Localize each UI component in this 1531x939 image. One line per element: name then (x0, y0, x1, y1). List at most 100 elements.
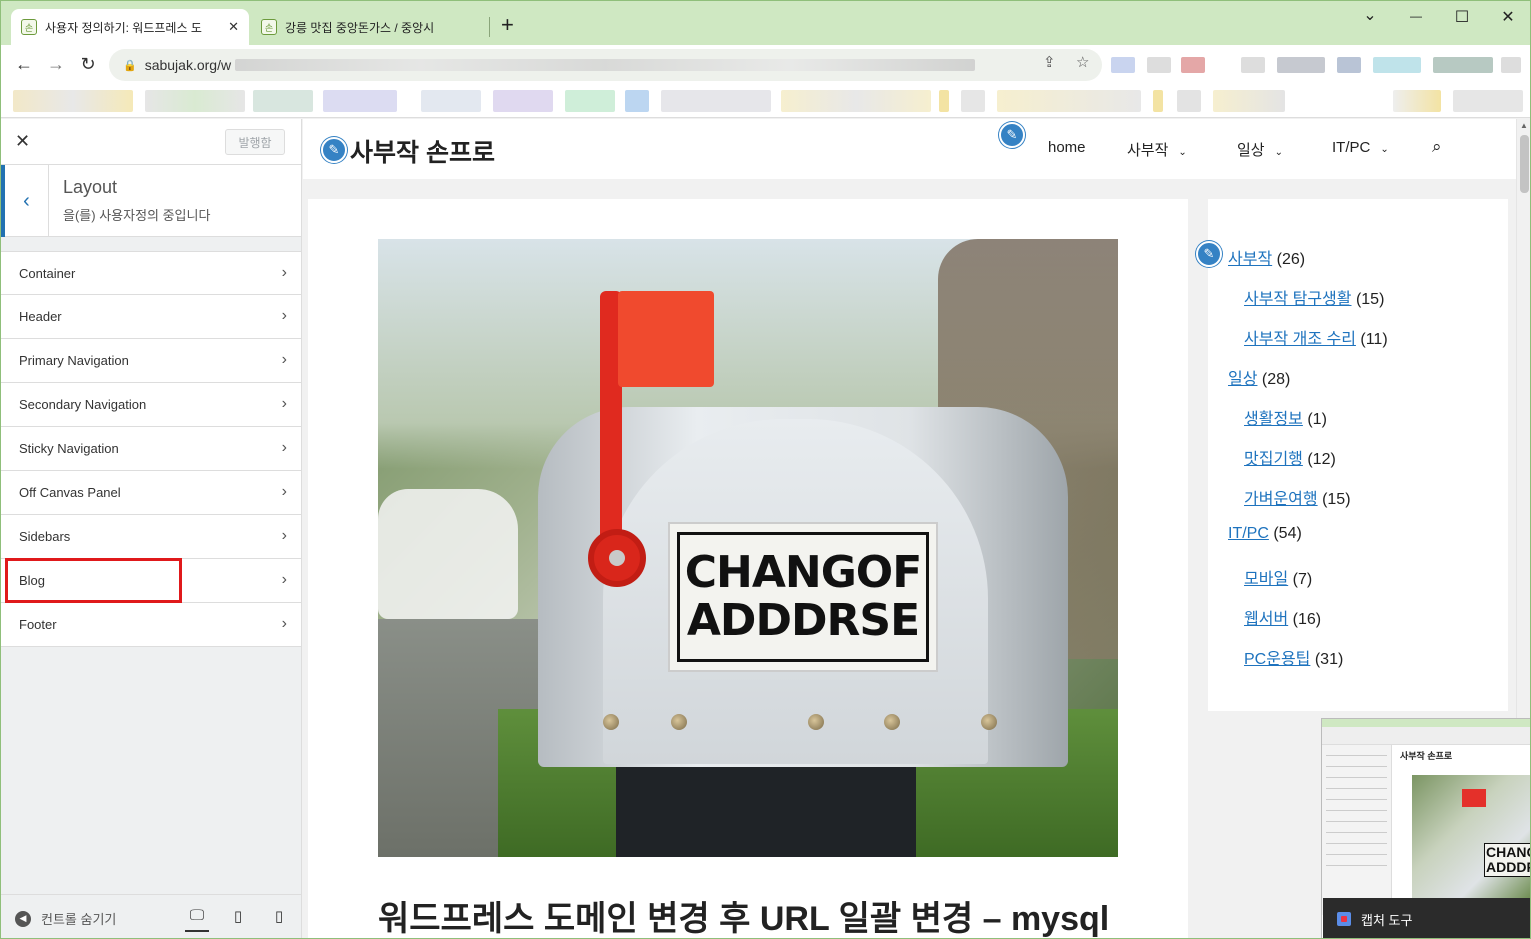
bookmark-item[interactable] (421, 90, 481, 112)
bookmark-item[interactable] (1393, 90, 1441, 112)
back-arrow-icon[interactable]: ← (12, 54, 36, 75)
image-rivet (981, 714, 997, 730)
bookmark-star-icon[interactable]: ☆ (1076, 53, 1089, 71)
chevron-down-icon: ⌄ (1380, 144, 1389, 155)
bookmark-item[interactable] (1153, 90, 1163, 112)
scroll-thumb[interactable] (1520, 135, 1529, 193)
bookmark-item[interactable] (661, 90, 771, 112)
extension-icon[interactable] (1373, 57, 1421, 73)
option-sticky-navigation[interactable]: Sticky Navigation › (1, 427, 301, 471)
menu-icon[interactable] (1501, 57, 1521, 73)
nav-item-sabujak[interactable]: 사부작 ⌄ (1127, 139, 1187, 160)
bookmark-item[interactable] (1213, 90, 1285, 112)
bookmark-item[interactable] (13, 90, 133, 112)
close-window-button[interactable]: ✕ (1485, 7, 1530, 27)
tab-close-icon[interactable]: ✕ (228, 19, 239, 35)
bookmark-item[interactable] (565, 90, 615, 112)
option-secondary-navigation[interactable]: Secondary Navigation › (1, 383, 301, 427)
category-link[interactable]: PC운용팁 (1244, 651, 1310, 668)
edit-pencil-icon[interactable]: ✎ (321, 137, 347, 163)
desktop-preview-icon[interactable]: 🖵 (185, 907, 209, 932)
category-item: 사부작 탐구생활 (15) (1244, 285, 1384, 309)
tablet-preview-icon[interactable]: ▯ (226, 907, 250, 925)
nav-item-itpc[interactable]: IT/PC ⌄ (1332, 139, 1389, 156)
profile-avatar[interactable] (1433, 57, 1493, 73)
category-sidebar: ✎ 사부작 (26) 사부작 탐구생활 (15) 사부작 개조 수리 (11) … (1196, 199, 1508, 711)
bookmark-item[interactable] (253, 90, 313, 112)
mobile-preview-icon[interactable]: ▯ (267, 907, 291, 925)
section-title: Layout (63, 177, 118, 197)
nav-item-home[interactable]: home (1048, 139, 1086, 156)
category-link[interactable]: 일상 (1228, 371, 1257, 388)
category-link[interactable]: 사부작 (1228, 251, 1272, 268)
back-chevron-icon[interactable]: ‹ (1, 165, 49, 237)
bookmark-item[interactable] (493, 90, 553, 112)
tab-strip: 손 사용자 정의하기: 워드프레스 도 ✕ 손 강릉 맛집 중앙돈가스 / 중앙… (1, 1, 1530, 45)
option-label: Off Canvas Panel (19, 485, 121, 500)
category-link[interactable]: 사부작 탐구생활 (1244, 291, 1352, 308)
option-footer[interactable]: Footer › (1, 603, 301, 647)
category-link[interactable]: 맛집기행 (1244, 451, 1303, 468)
bookmark-item[interactable] (961, 90, 985, 112)
maximize-button[interactable]: ☐ (1439, 7, 1485, 27)
snipping-tool-notification[interactable]: 캡처 도구 (1323, 898, 1530, 938)
share-icon[interactable]: ⇪ (1043, 53, 1056, 71)
capture-label: 캡처 도구 (1361, 912, 1413, 928)
bookmark-item[interactable] (939, 90, 949, 112)
thumb-label-line: CHANGO (1486, 844, 1530, 860)
reload-icon[interactable]: ↻ (76, 54, 100, 75)
thumb-site-title: 사부작 손프로 (1400, 751, 1453, 761)
extension-icon[interactable] (1111, 57, 1135, 73)
option-container[interactable]: Container › (1, 251, 301, 295)
bookmark-item[interactable] (997, 90, 1141, 112)
option-label: Sidebars (19, 529, 71, 544)
hide-controls-button[interactable]: ◀ 컨트롤 숨기기 (15, 909, 116, 928)
bookmark-item[interactable] (781, 90, 931, 112)
minimize-button[interactable]: — (1393, 9, 1439, 23)
category-link[interactable]: 가벼운여행 (1244, 491, 1318, 508)
new-tab-button[interactable]: + (501, 13, 514, 37)
image-car (378, 489, 518, 619)
category-link[interactable]: IT/PC (1228, 525, 1269, 542)
image-flag (618, 291, 714, 387)
category-link[interactable]: 생활정보 (1244, 411, 1303, 428)
address-bar[interactable]: 🔒 sabujak.org/w (109, 49, 1102, 81)
category-count: (15) (1355, 291, 1385, 308)
nav-label: IT/PC (1332, 139, 1371, 156)
tab-post[interactable]: 손 강릉 맛집 중앙돈가스 / 중앙시 (251, 9, 487, 45)
extension-icon[interactable] (1337, 57, 1361, 73)
snipping-tool-icon (1337, 912, 1351, 926)
bookmark-item[interactable] (625, 90, 649, 112)
category-link[interactable]: 웹서버 (1244, 611, 1288, 628)
close-customizer-icon[interactable]: ✕ (15, 131, 30, 152)
bookmark-item[interactable] (1453, 90, 1523, 112)
extension-icon[interactable] (1277, 57, 1325, 73)
option-sidebars[interactable]: Sidebars › (1, 515, 301, 559)
post-title[interactable]: 워드프레스 도메인 변경 후 URL 일괄 변경 – mysql (378, 891, 1109, 938)
bookmark-item[interactable] (1177, 90, 1201, 112)
chevron-right-icon: › (281, 307, 287, 324)
site-title[interactable]: 사부작 손프로 (350, 133, 495, 169)
edit-pencil-icon[interactable]: ✎ (999, 122, 1025, 148)
tab-customizer[interactable]: 손 사용자 정의하기: 워드프레스 도 ✕ (11, 9, 249, 45)
bookmark-item[interactable] (323, 90, 397, 112)
tab-search-chevron-icon[interactable]: ⌄ (1347, 5, 1393, 25)
category-link[interactable]: 모바일 (1244, 571, 1288, 588)
publish-button[interactable]: 발행함 (225, 129, 285, 155)
category-link[interactable]: 사부작 개조 수리 (1244, 331, 1356, 348)
collapse-icon: ◀ (15, 910, 31, 927)
edit-pencil-icon[interactable]: ✎ (1196, 241, 1222, 267)
extension-icon[interactable] (1181, 57, 1205, 73)
thumb-sidebar (1322, 745, 1392, 915)
scroll-up-icon[interactable]: ▲ (1520, 121, 1528, 130)
nav-item-daily[interactable]: 일상 ⌄ (1237, 139, 1283, 160)
option-header[interactable]: Header › (1, 295, 301, 339)
extension-icon[interactable] (1241, 57, 1265, 73)
option-primary-navigation[interactable]: Primary Navigation › (1, 339, 301, 383)
forward-arrow-icon[interactable]: → (44, 54, 68, 75)
search-icon[interactable]: ⌕ (1432, 137, 1442, 157)
option-off-canvas-panel[interactable]: Off Canvas Panel › (1, 471, 301, 515)
bookmark-item[interactable] (145, 90, 245, 112)
extension-icon[interactable] (1147, 57, 1171, 73)
tab-title: 사용자 정의하기: 워드프레스 도 (45, 20, 202, 35)
